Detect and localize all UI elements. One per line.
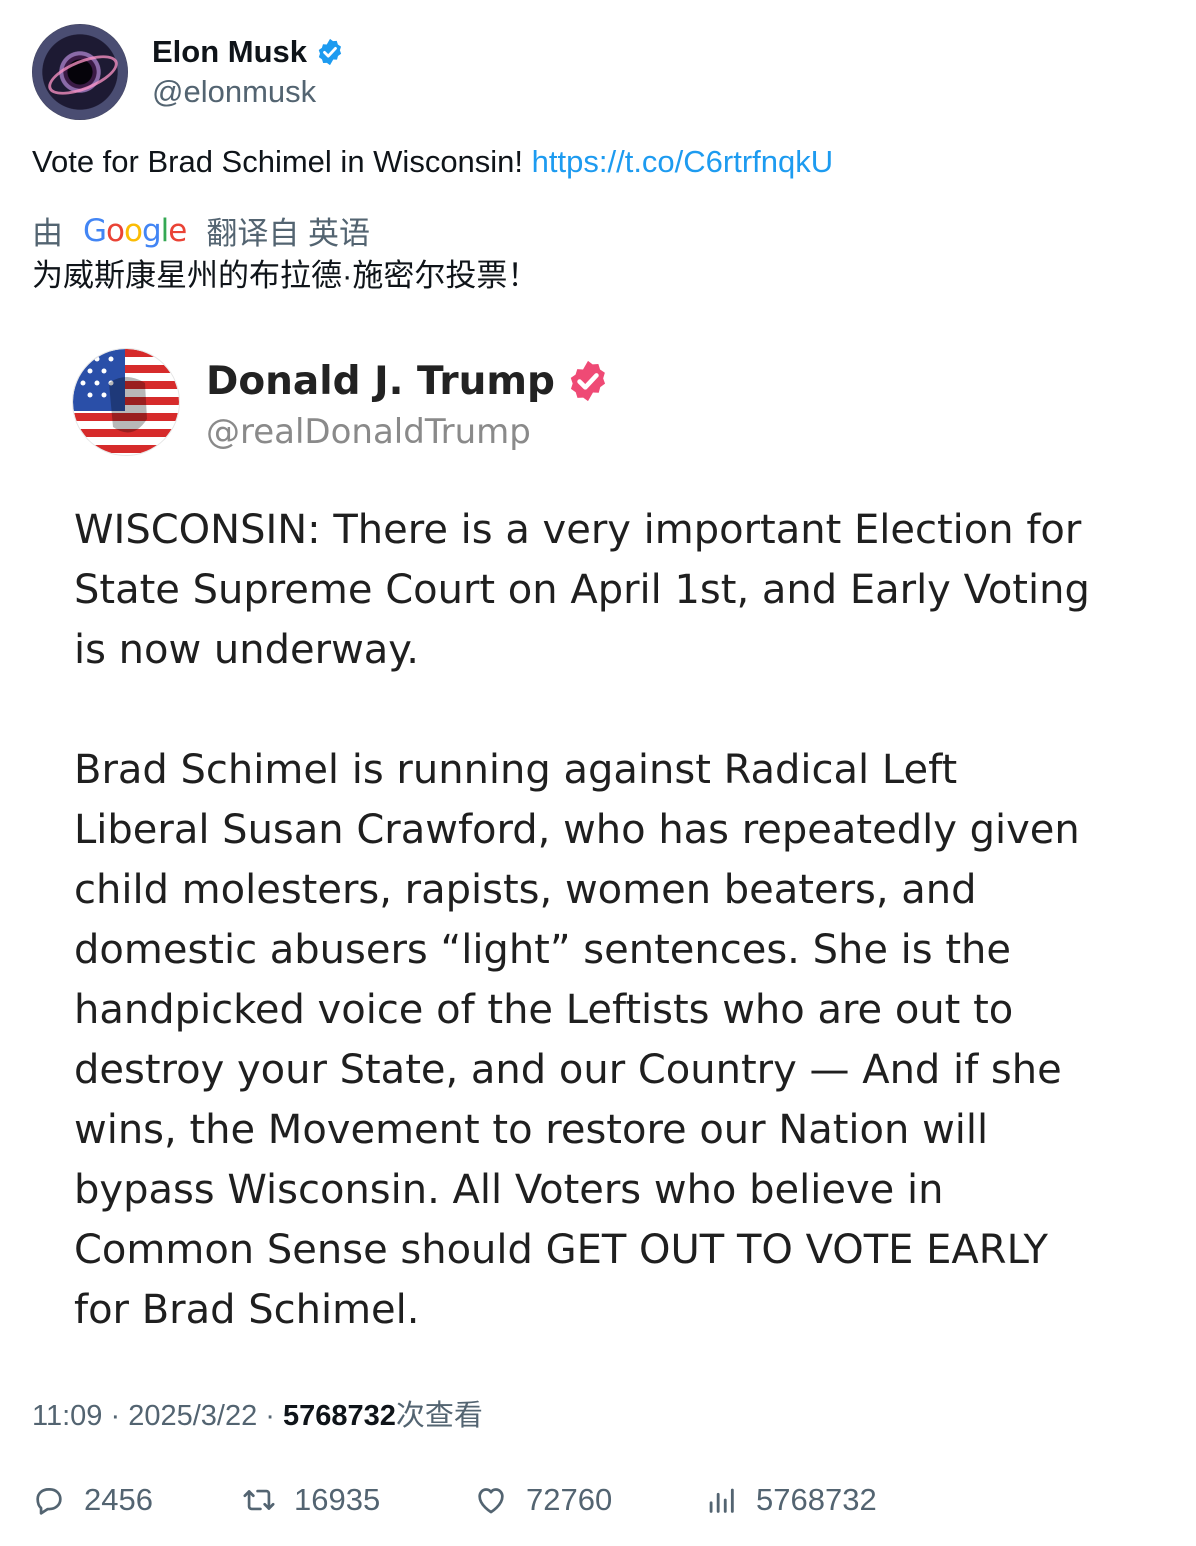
author-info: Elon Musk @elonmusk bbox=[152, 34, 345, 110]
repost-icon bbox=[243, 1489, 275, 1511]
views-action-count: 5768732 bbox=[756, 1482, 877, 1517]
flag-portrait-icon bbox=[73, 349, 179, 455]
heart-icon bbox=[478, 1488, 504, 1514]
embedded-verified-badge-icon bbox=[570, 360, 605, 402]
verified-badge-icon[interactable] bbox=[315, 37, 345, 67]
embedded-name-line: Donald J. Trump bbox=[206, 358, 611, 404]
meta-separator: · bbox=[257, 1400, 283, 1432]
reply-icon bbox=[36, 1488, 62, 1515]
views-count: 5768732 bbox=[283, 1400, 396, 1432]
embedded-post-image[interactable]: Donald J. Trump @realDonaldTrump WISCONS… bbox=[0, 328, 1196, 1368]
embedded-post-body: WISCONSIN: There is a very important Ele… bbox=[74, 500, 1154, 1400]
action-bar: 2456 16935 72760 5768732 bbox=[32, 1476, 1172, 1524]
author-name-line: Elon Musk bbox=[152, 34, 345, 70]
author-display-name[interactable]: Elon Musk bbox=[152, 34, 307, 70]
views-label: 次查看 bbox=[395, 1400, 483, 1432]
embedded-display-name: Donald J. Trump bbox=[206, 358, 555, 404]
embedded-avatar bbox=[72, 348, 180, 456]
tweet-body-text: Vote for Brad Schimel in Wisconsin! bbox=[32, 144, 532, 179]
avatar-ring-shape bbox=[43, 47, 123, 103]
translated-text: 为威斯康星州的布拉德·施密尔投票！ bbox=[32, 258, 539, 293]
like-count: 72760 bbox=[526, 1482, 613, 1517]
embedded-paragraph: WISCONSIN: There is a very important Ele… bbox=[74, 507, 1090, 673]
google-logo: Google bbox=[83, 212, 187, 249]
tweet-time[interactable]: 11:09 bbox=[32, 1400, 102, 1432]
embedded-handle: @realDonaldTrump bbox=[206, 412, 531, 452]
author-handle[interactable]: @elonmusk bbox=[152, 74, 345, 110]
embedded-paragraph: Brad Schimel is running against Radical … bbox=[74, 747, 1080, 1333]
views-button[interactable]: 5768732 bbox=[704, 1476, 877, 1524]
like-button[interactable]: 72760 bbox=[474, 1476, 612, 1524]
tweet-author: Elon Musk @elonmusk bbox=[32, 24, 345, 120]
meta-separator: · bbox=[102, 1400, 129, 1432]
author-avatar[interactable] bbox=[32, 24, 128, 120]
tweet-date[interactable]: 2025/3/22 bbox=[128, 1400, 257, 1432]
tweet-meta: 11:09 · 2025/3/22 · 5768732次查看 bbox=[32, 1392, 483, 1434]
tweet-link[interactable]: https://t.co/C6rtrfnqkU bbox=[532, 144, 834, 179]
reply-count: 2456 bbox=[84, 1482, 153, 1517]
tweet-text: Vote for Brad Schimel in Wisconsin! http… bbox=[32, 142, 833, 182]
repost-count: 16935 bbox=[294, 1482, 381, 1517]
reply-button[interactable]: 2456 bbox=[32, 1476, 153, 1524]
translation-attribution[interactable]: 由 Google 翻译自 英语 bbox=[32, 208, 370, 253]
analytics-icon bbox=[709, 1488, 734, 1513]
translation-prefix: 由 bbox=[32, 216, 63, 251]
translation-suffix: 翻译自 英语 bbox=[206, 216, 370, 251]
repost-button[interactable]: 16935 bbox=[242, 1476, 380, 1524]
